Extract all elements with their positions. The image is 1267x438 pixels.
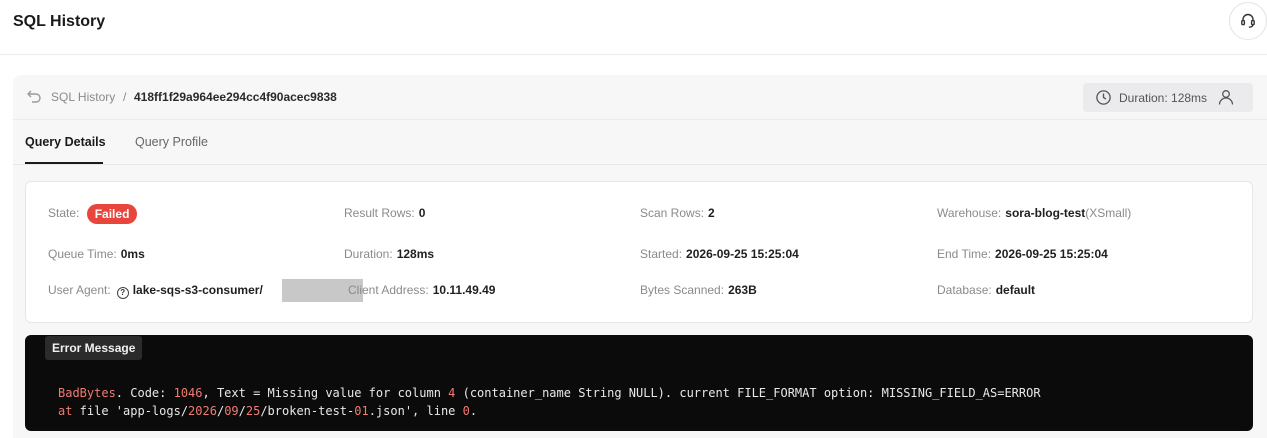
started-label: Started <box>640 247 679 261</box>
error-path-day: 25 <box>245 404 261 418</box>
bytes-scanned-label: Bytes Scanned <box>640 283 721 297</box>
duration-field-label: Duration <box>344 247 390 261</box>
field-queue-time: Queue Time: 0ms <box>48 247 145 261</box>
clock-icon <box>1096 90 1111 105</box>
help-icon[interactable]: ? <box>116 287 129 299</box>
error-text-segment: .json', line <box>368 404 463 418</box>
field-user-agent: User Agent:? lake-sqs-s3-consumer/ <box>48 283 263 299</box>
scan-rows-value: 2 <box>708 206 715 220</box>
warehouse-label: Warehouse <box>937 206 998 220</box>
queue-time-value: 0ms <box>120 247 145 261</box>
error-text-segment: (container_name String NULL). current FI… <box>455 386 1041 400</box>
scan-rows-label: Scan Rows <box>640 206 701 220</box>
top-bar: SQL History <box>0 0 1267 55</box>
error-text-segment: . Code: <box>115 386 174 400</box>
error-text-segment: , Text = Missing value for column <box>202 386 449 400</box>
end-time-label: End Time <box>937 247 988 261</box>
breadcrumb: SQL History / 418ff1f29a964ee294cc4f90ac… <box>13 75 1267 120</box>
client-address-value: 10.11.49.49 <box>432 283 496 297</box>
field-duration: Duration: 128ms <box>344 247 435 261</box>
error-kind: BadBytes <box>58 386 116 400</box>
query-details-card: State: Failed Result Rows: 0 Scan Rows: 2 … <box>25 181 1253 323</box>
duration-value: 128ms <box>396 247 435 261</box>
user-agent-value: lake-sqs-s3-consumer/ <box>132 283 263 297</box>
breadcrumb-separator: / <box>123 90 127 104</box>
query-id: 418ff1f29a964ee294cc4f90acec9838 <box>134 90 337 104</box>
warehouse-value: sora-blog-test <box>1005 206 1086 220</box>
query-panel: SQL History / 418ff1f29a964ee294cc4f90ac… <box>13 75 1267 438</box>
error-code: 1046 <box>173 386 203 400</box>
started-value: 2026-09-25 15:25:04 <box>686 247 799 261</box>
error-text-segment: / <box>238 404 246 418</box>
end-time-value: 2026-09-25 15:25:04 <box>995 247 1108 261</box>
tabs-divider <box>13 164 1267 165</box>
tab-query-profile[interactable]: Query Profile <box>135 135 208 149</box>
error-path-number: 01 <box>354 404 369 418</box>
error-line-number: 0 <box>462 404 470 418</box>
status-badge: Failed <box>86 204 138 224</box>
error-text-segment: file 'app-logs/ <box>72 404 189 418</box>
error-path-year: 2026 <box>188 404 217 418</box>
error-path-month: 09 <box>224 404 239 418</box>
duration-pill: Duration: 128ms <box>1083 83 1253 112</box>
field-client-address: Client Address: 10.11.49.49 <box>348 283 496 297</box>
field-bytes-scanned: Bytes Scanned: 263B <box>640 283 757 297</box>
page-title: SQL History <box>13 13 106 30</box>
duration-label: Duration: 128ms <box>1119 91 1208 105</box>
headset-icon <box>1241 13 1255 28</box>
error-message-text: BadBytes. Code: 1046, Text = Missing val… <box>58 384 1041 420</box>
state-label: State <box>48 206 77 221</box>
field-result-rows: Result Rows: 0 <box>344 206 426 220</box>
bytes-scanned-value: 263B <box>728 283 757 297</box>
error-at: at <box>58 404 73 418</box>
error-message-title: Error Message <box>45 336 143 360</box>
field-database: Database: default <box>937 283 1036 297</box>
field-started: Started: 2026-09-25 15:25:04 <box>640 247 799 261</box>
support-button[interactable] <box>1229 2 1267 40</box>
result-rows-label: Result Rows <box>344 206 412 220</box>
database-label: Database <box>937 283 989 297</box>
back-arrow-icon[interactable] <box>25 87 43 105</box>
breadcrumb-sql-history-link[interactable]: SQL History <box>51 90 115 104</box>
database-value: default <box>995 283 1036 297</box>
error-message-box: Error Message BadBytes. Code: 1046, Text… <box>25 335 1253 431</box>
error-text-segment: . <box>469 404 478 418</box>
field-scan-rows: Scan Rows: 2 <box>640 206 715 220</box>
user-icon[interactable] <box>1217 88 1235 106</box>
warehouse-size: (XSmall) <box>1085 206 1132 220</box>
field-end-time: End Time: 2026-09-25 15:25:04 <box>937 247 1108 261</box>
queue-time-label: Queue Time <box>48 247 114 261</box>
field-state: State: Failed <box>48 204 138 224</box>
field-warehouse: Warehouse: sora-blog-test(XSmall) <box>937 206 1132 220</box>
tab-query-details[interactable]: Query Details <box>25 135 106 149</box>
result-rows-value: 0 <box>418 206 426 220</box>
user-agent-label: User Agent <box>48 283 108 297</box>
error-text-segment: /broken-test- <box>260 404 355 418</box>
client-address-label: Client Address <box>348 283 426 297</box>
